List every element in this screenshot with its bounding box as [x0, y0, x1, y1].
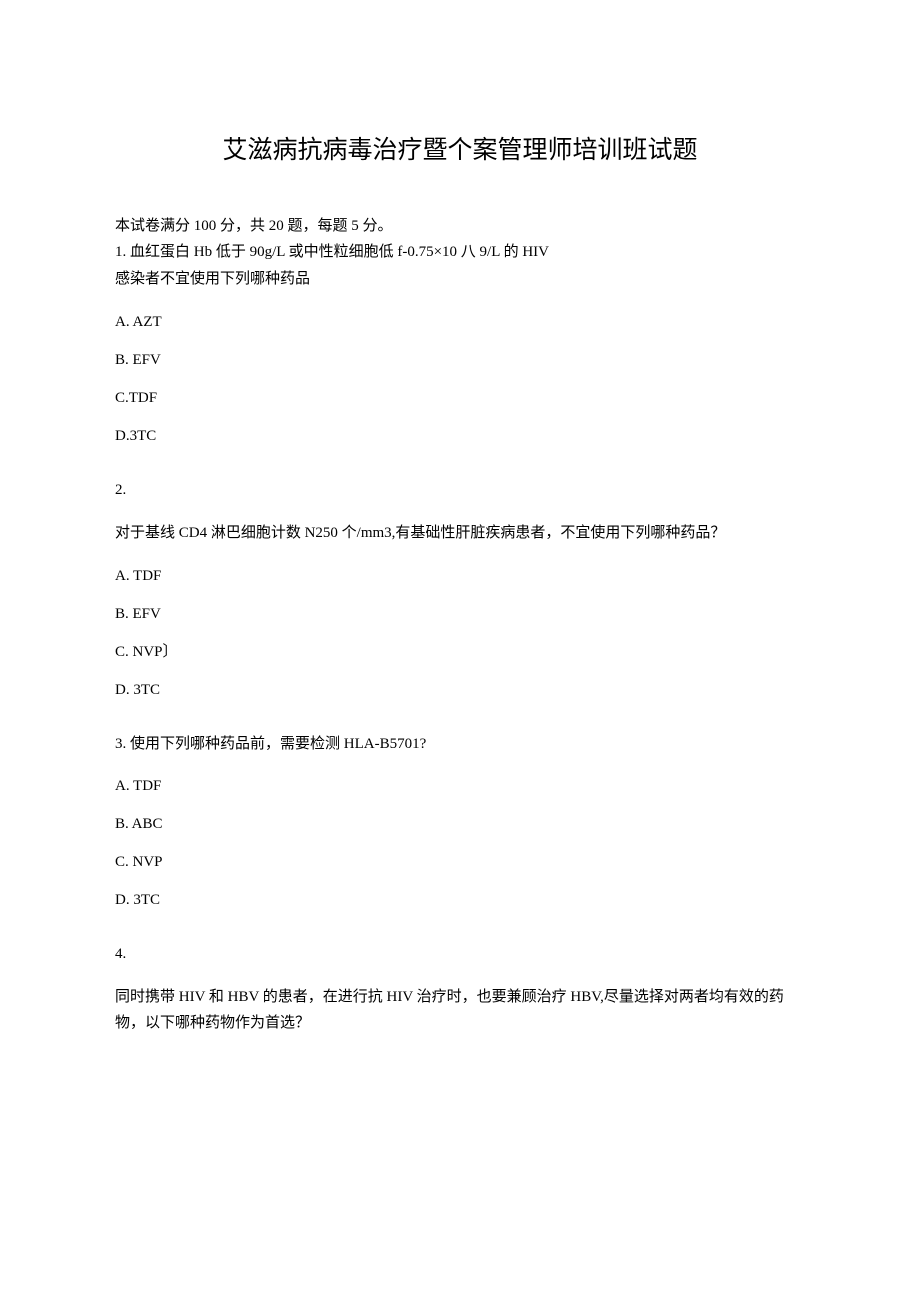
- q3-option-a: A. TDF: [115, 774, 805, 798]
- q2-option-b: B. EFV: [115, 602, 805, 626]
- q1-option-a: A. AZT: [115, 310, 805, 334]
- q1-option-d: D.3TC: [115, 424, 805, 448]
- q1-stem-line2: 感染者不宜使用下列哪种药品: [115, 267, 805, 292]
- q1-stem-line1: 1. 血红蛋白 Hb 低于 90g/L 或中性粒细胞低 f-0.75×10 八 …: [115, 240, 805, 265]
- q1-option-c: C.TDF: [115, 386, 805, 410]
- q3-option-b: B. ABC: [115, 812, 805, 836]
- q1-option-b: B. EFV: [115, 348, 805, 372]
- q4-stem: 同时携带 HIV 和 HBV 的患者，在进行抗 HIV 治疗时，也要兼顾治疗 H…: [115, 984, 805, 1037]
- q2-number: 2.: [115, 478, 805, 502]
- q2-stem: 对于基线 CD4 淋巴细胞计数 N250 个/mm3,有基础性肝脏疾病患者，不宜…: [115, 520, 805, 546]
- exam-instructions: 本试卷满分 100 分，共 20 题，每题 5 分。: [115, 214, 805, 238]
- q2-option-a: A. TDF: [115, 564, 805, 588]
- q4-number: 4.: [115, 942, 805, 966]
- q3-option-d: D. 3TC: [115, 888, 805, 912]
- q2-option-c: C. NVP〕: [115, 640, 805, 664]
- q2-option-d: D. 3TC: [115, 678, 805, 702]
- q3-option-c: C. NVP: [115, 850, 805, 874]
- q3-stem: 3. 使用下列哪种药品前，需要检测 HLA-B5701?: [115, 732, 805, 756]
- exam-title: 艾滋病抗病毒治疗暨个案管理师培训班试题: [115, 130, 805, 166]
